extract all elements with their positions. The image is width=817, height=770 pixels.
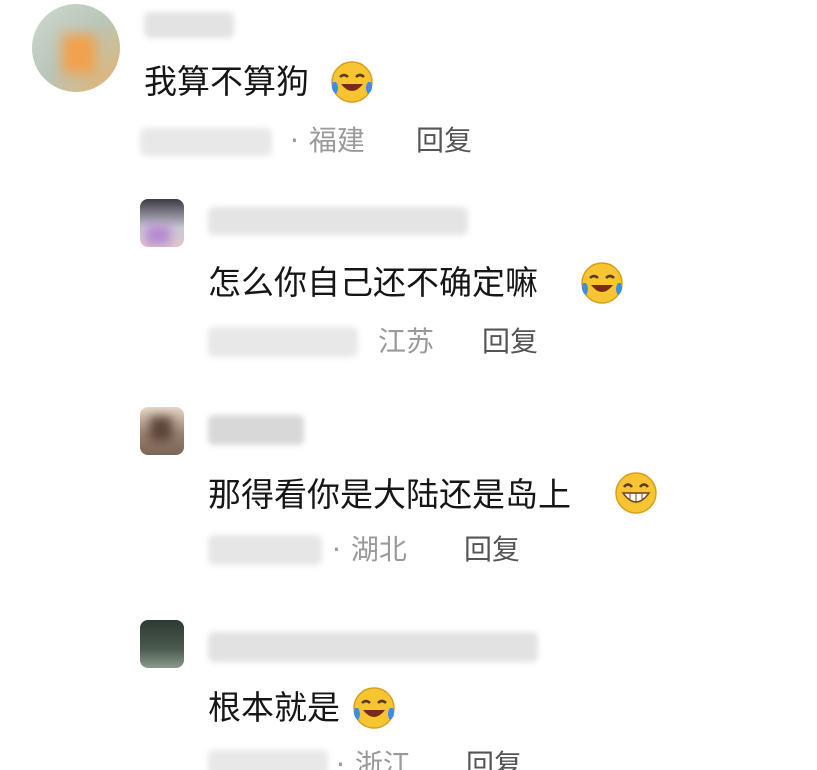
avatar[interactable] [140,407,184,455]
location: 江苏 [378,325,435,358]
comment-2: 怎么你自己还不确定嘛 江苏 回复 [0,185,817,375]
reply-button[interactable]: 回复 [482,325,538,359]
grinning-emoji-icon [615,472,657,514]
location: · 浙江 [336,748,411,770]
username-redacted[interactable] [208,415,304,445]
laughing-crying-emoji-icon [581,262,623,304]
timestamp-redacted [208,327,358,357]
reply-button[interactable]: 回复 [416,124,472,158]
laughing-crying-emoji-icon [331,61,373,103]
avatar[interactable] [140,199,184,247]
avatar[interactable] [140,620,184,668]
comment-text: 根本就是 [208,688,340,727]
reply-button[interactable]: 回复 [464,533,520,567]
reply-button[interactable]: 回复 [466,748,522,770]
timestamp-redacted [208,750,328,770]
location: · 福建 [290,124,365,157]
comment-3: 那得看你是大陆还是岛上 · 湖北 回复 [0,395,817,585]
timestamp-redacted [140,128,272,156]
comment-text: 我算不算狗 [144,62,309,101]
username-redacted[interactable] [208,632,538,662]
username-redacted[interactable] [208,207,468,235]
comment-4: 根本就是 · 浙江 回复 [0,610,817,770]
avatar[interactable] [32,4,120,92]
laughing-crying-emoji-icon [353,687,395,729]
username-redacted[interactable] [144,12,234,38]
location: · 湖北 [332,533,407,566]
comment-text: 怎么你自己还不确定嘛 [208,263,538,302]
comment-text: 那得看你是大陆还是岛上 [208,475,571,514]
comment-1: 我算不算狗 · 福建 回复 [0,0,817,175]
timestamp-redacted [208,535,322,565]
